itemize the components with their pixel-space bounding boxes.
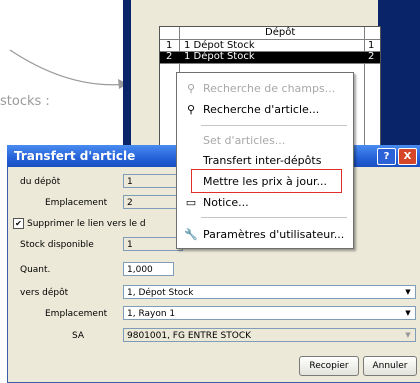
- sa-value: 9801001, FG ENTRE STOCK: [127, 331, 252, 341]
- to-depot-label: vers dépôt: [20, 288, 69, 298]
- to-location-value: 1, Rayon 1: [127, 309, 176, 319]
- close-button[interactable]: X: [398, 148, 417, 165]
- to-location-label: Emplacement: [45, 309, 108, 319]
- remove-link-checkbox[interactable]: ✔: [13, 218, 24, 229]
- table-cell-extra: 2: [368, 51, 375, 62]
- notice-icon: ▭: [185, 196, 197, 209]
- cancel-button[interactable]: Annuler: [363, 356, 417, 376]
- binoculars-icon: ⚲: [186, 82, 196, 95]
- menu-item-inter-depot-transfer[interactable]: Transfert inter-dépôts: [183, 151, 321, 171]
- quantity-input[interactable]: 1,000: [123, 262, 174, 276]
- sa-label: SA: [72, 331, 85, 341]
- depot-column-header[interactable]: Dépôt: [265, 27, 295, 38]
- dialog-title: Transfert d'article: [14, 149, 136, 163]
- table-cell-depot[interactable]: 1 Dépot Stock: [184, 40, 255, 51]
- dropdown-arrow-icon[interactable]: ▼: [402, 307, 414, 319]
- from-depot-field: 1: [123, 174, 183, 188]
- help-button[interactable]: ?: [377, 148, 396, 165]
- menu-item-article-search[interactable]: ⚲ Recherche d'article...: [183, 100, 319, 120]
- stock-available-label: Stock disponible: [20, 240, 94, 250]
- context-menu: ⚲ Recherche de champs... ⚲ Recherche d'art…: [176, 72, 354, 249]
- menu-separator: [201, 217, 347, 218]
- stock-available-field: 1: [123, 237, 183, 251]
- sa-field: 9801001, FG ENTRE STOCK ▼: [123, 328, 416, 342]
- menu-separator: [201, 125, 347, 126]
- menu-item-user-settings[interactable]: 🔧 Paramètres d'utilisateur...: [183, 225, 344, 245]
- row-number: 2: [166, 51, 173, 62]
- from-depot-label: du dépôt: [20, 177, 61, 187]
- table-cell-depot[interactable]: 1 Dépot Stock: [184, 51, 255, 62]
- menu-item-notice[interactable]: ▭ Notice...: [183, 193, 249, 213]
- dropdown-arrow-icon[interactable]: ▼: [402, 286, 414, 298]
- dropdown-arrow-icon: ▼: [405, 331, 411, 339]
- table-cell-extra: 1: [368, 40, 375, 51]
- remove-link-label: Supprimer le lien vers le d: [27, 219, 146, 229]
- location-label: Emplacement: [45, 198, 108, 208]
- copy-button[interactable]: Recopier: [299, 356, 359, 376]
- binoculars-icon: ⚲: [186, 103, 196, 116]
- to-location-select[interactable]: 1, Rayon 1 ▼: [123, 306, 416, 320]
- menu-item-article-set[interactable]: Set d'articles...: [183, 131, 285, 151]
- wrench-icon: 🔧: [184, 228, 198, 241]
- menu-item-field-search[interactable]: ⚲ Recherche de champs...: [183, 79, 335, 99]
- location-field: 2: [123, 195, 183, 209]
- row-number: 1: [166, 40, 173, 51]
- highlight-box: [191, 169, 342, 193]
- to-depot-select[interactable]: 1, Dépot Stock ▼: [123, 285, 416, 299]
- quantity-label: Quant.: [20, 265, 51, 275]
- to-depot-value: 1, Dépot Stock: [127, 288, 194, 298]
